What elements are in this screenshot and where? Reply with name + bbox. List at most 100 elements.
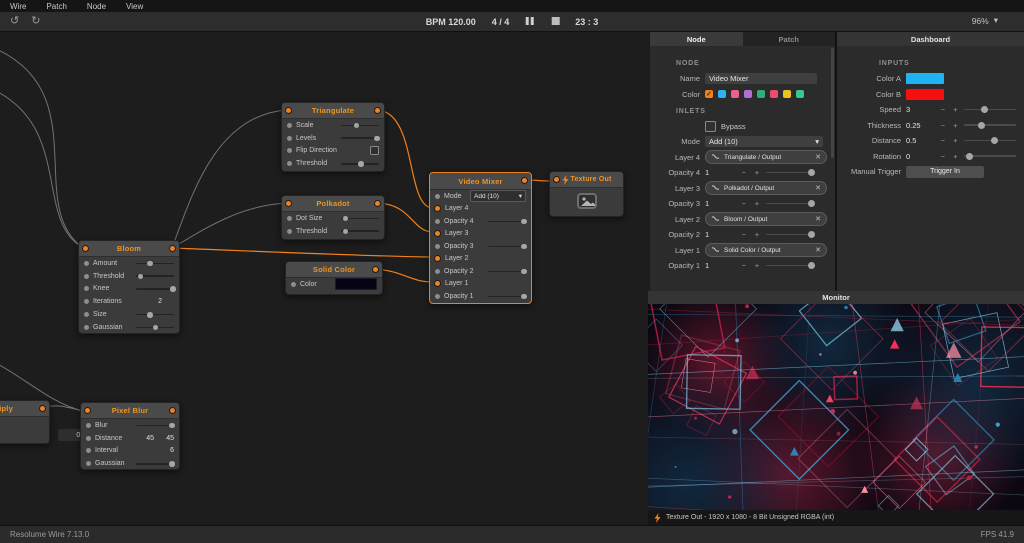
- stop-icon[interactable]: [551, 17, 559, 27]
- inlet-port-connected[interactable]: [434, 205, 441, 212]
- increment-button[interactable]: +: [753, 261, 761, 270]
- bypass-checkbox[interactable]: [705, 121, 716, 132]
- inlet-port[interactable]: [291, 282, 296, 287]
- connection-pill[interactable]: Solid Color / Output ✕: [705, 243, 827, 257]
- inlet-port[interactable]: [285, 107, 292, 114]
- blur-slider[interactable]: [136, 422, 174, 429]
- rotation-slider[interactable]: [964, 152, 1016, 161]
- decrement-button[interactable]: −: [939, 105, 946, 114]
- disconnect-icon[interactable]: ✕: [815, 184, 821, 192]
- panel-scrollbar[interactable]: [831, 48, 834, 158]
- chevron-down-icon[interactable]: ▾: [994, 15, 998, 26]
- outlet-port[interactable]: [374, 107, 381, 114]
- inlet-port[interactable]: [86, 423, 91, 428]
- threshold-slider[interactable]: [341, 228, 379, 235]
- color-swatch-green[interactable]: [757, 90, 765, 98]
- connection-pill[interactable]: Polkadot / Output ✕: [705, 181, 827, 195]
- node-solid-color[interactable]: Solid Color Color: [285, 261, 383, 295]
- value-field[interactable]: 6: [158, 447, 174, 454]
- inlet-port[interactable]: [86, 448, 91, 453]
- inlet-port[interactable]: [84, 286, 89, 291]
- opacity-slider[interactable]: [766, 230, 812, 239]
- node-triangulate[interactable]: Triangulate Scale Levels Flip Direction …: [281, 102, 385, 172]
- scale-slider[interactable]: [341, 122, 379, 129]
- flip-direction-checkbox[interactable]: [370, 146, 379, 155]
- increment-button[interactable]: +: [952, 152, 959, 161]
- speed-value[interactable]: 3: [906, 105, 934, 114]
- inlet-port[interactable]: [84, 407, 91, 414]
- node-polkadot[interactable]: Polkadot Dot Size Threshold: [281, 195, 385, 240]
- tab-patch[interactable]: Patch: [743, 32, 836, 46]
- inlet-port[interactable]: [287, 229, 292, 234]
- inlet-port[interactable]: [287, 123, 292, 128]
- wire-bloom-layer2[interactable]: [172, 248, 433, 257]
- increment-button[interactable]: +: [753, 230, 761, 239]
- node-pixel-blur[interactable]: Pixel Blur Blur Distance 45 45 Interval …: [80, 402, 180, 470]
- opacity-slider[interactable]: [766, 261, 812, 270]
- inlet-port[interactable]: [84, 312, 89, 317]
- color-swatch-teal[interactable]: [796, 90, 804, 98]
- inlet-port-connected[interactable]: [434, 280, 441, 287]
- color-swatch-orange[interactable]: ✓: [705, 90, 713, 98]
- rotation-value[interactable]: 0: [906, 152, 934, 161]
- outlet-port[interactable]: [521, 177, 528, 184]
- menu-view[interactable]: View: [126, 2, 143, 11]
- color-swatch-yellow[interactable]: [783, 90, 791, 98]
- zoom-level[interactable]: 96%: [972, 16, 989, 26]
- inlet-port[interactable]: [287, 161, 292, 166]
- increment-button[interactable]: +: [952, 121, 959, 130]
- node-bloom[interactable]: Bloom Amount Threshold Knee Iterations 2…: [78, 240, 180, 334]
- distance-value[interactable]: 0.5: [906, 136, 934, 145]
- inlet-port[interactable]: [435, 269, 440, 274]
- gaussian-slider[interactable]: [136, 324, 174, 331]
- menu-patch[interactable]: Patch: [46, 2, 66, 11]
- color-swatch-purple[interactable]: [744, 90, 752, 98]
- connection-pill[interactable]: Bloom / Output ✕: [705, 212, 827, 226]
- opacity-value[interactable]: 1: [705, 230, 735, 239]
- outlet-port[interactable]: [39, 405, 46, 412]
- color-swatch[interactable]: [335, 278, 377, 290]
- wire-left-bloom-1[interactable]: [0, 48, 82, 247]
- decrement-button[interactable]: −: [939, 136, 946, 145]
- levels-slider[interactable]: [341, 135, 379, 142]
- amount-slider[interactable]: [136, 260, 174, 267]
- distance-slider[interactable]: [964, 136, 1016, 145]
- undo-icon[interactable]: ↺: [10, 14, 19, 27]
- inlet-port[interactable]: [435, 219, 440, 224]
- opacity-slider[interactable]: [488, 293, 526, 300]
- outlet-port[interactable]: [169, 245, 176, 252]
- inlet-port[interactable]: [84, 299, 89, 304]
- disconnect-icon[interactable]: ✕: [815, 215, 821, 223]
- inlet-port[interactable]: [82, 245, 89, 252]
- inlet-port[interactable]: [84, 274, 89, 279]
- inlet-port[interactable]: [287, 136, 292, 141]
- opacity-slider[interactable]: [766, 199, 812, 208]
- node-texture-out[interactable]: Texture Out: [549, 171, 624, 217]
- time-signature[interactable]: 4 / 4: [492, 17, 510, 27]
- color-swatch-pink[interactable]: [731, 90, 739, 98]
- opacity-value[interactable]: 1: [705, 168, 735, 177]
- value-field[interactable]: 2: [158, 298, 162, 305]
- node-multiply[interactable]: Multiply: [0, 400, 50, 444]
- trigger-in-button[interactable]: Trigger In: [906, 166, 984, 178]
- wire-left-bloom-2[interactable]: [0, 90, 82, 247]
- wire-solidcolor-layer1[interactable]: [375, 269, 433, 282]
- value-field[interactable]: 45: [146, 435, 154, 442]
- increment-button[interactable]: +: [753, 168, 761, 177]
- inlet-port[interactable]: [86, 436, 91, 441]
- decrement-button[interactable]: −: [939, 152, 946, 161]
- connection-pill[interactable]: Triangulate / Output ✕: [705, 150, 827, 164]
- zoom-control[interactable]: 96% ▾: [972, 15, 998, 26]
- opacity-slider[interactable]: [488, 243, 526, 250]
- decrement-button[interactable]: −: [740, 261, 748, 270]
- node-video-mixer[interactable]: Video Mixer Mode Add (10)▾ Layer 4 Opaci…: [429, 172, 532, 304]
- opacity-slider[interactable]: [766, 168, 812, 177]
- menu-wire[interactable]: Wire: [10, 2, 26, 11]
- decrement-button[interactable]: −: [740, 199, 748, 208]
- outlet-port[interactable]: [372, 266, 379, 273]
- threshold-slider[interactable]: [341, 160, 379, 167]
- inlet-port[interactable]: [84, 261, 89, 266]
- value-field[interactable]: 45: [158, 435, 174, 442]
- disconnect-icon[interactable]: ✕: [815, 153, 821, 161]
- opacity-value[interactable]: 1: [705, 199, 735, 208]
